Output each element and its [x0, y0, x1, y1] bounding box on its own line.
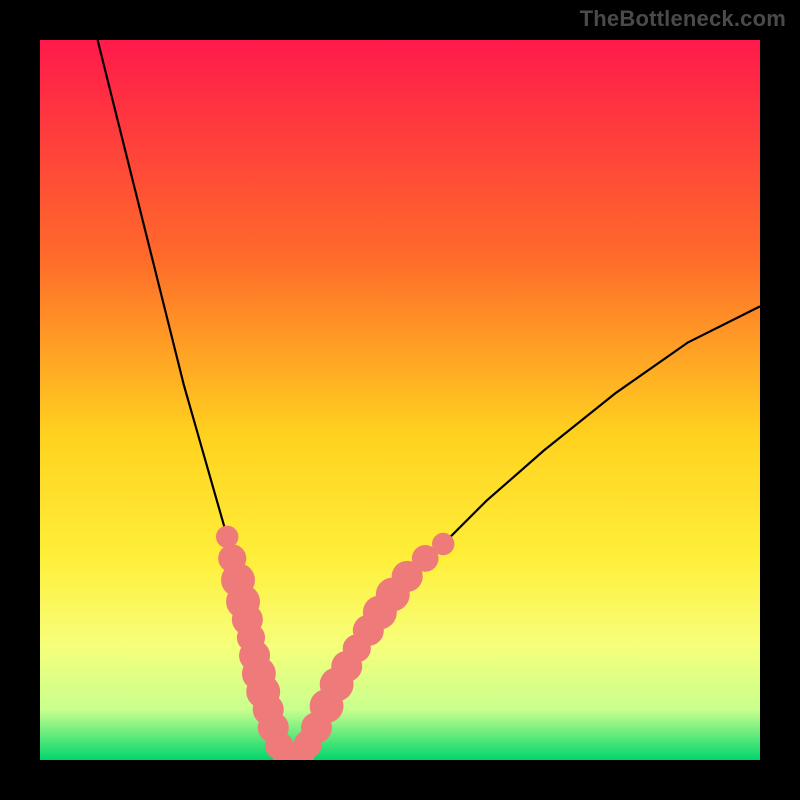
gradient-background	[40, 40, 760, 760]
attribution-label: TheBottleneck.com	[580, 6, 786, 32]
bottleneck-chart	[40, 40, 760, 760]
plot-area	[40, 40, 760, 760]
chart-frame: TheBottleneck.com	[0, 0, 800, 800]
marker-dot	[432, 533, 454, 555]
